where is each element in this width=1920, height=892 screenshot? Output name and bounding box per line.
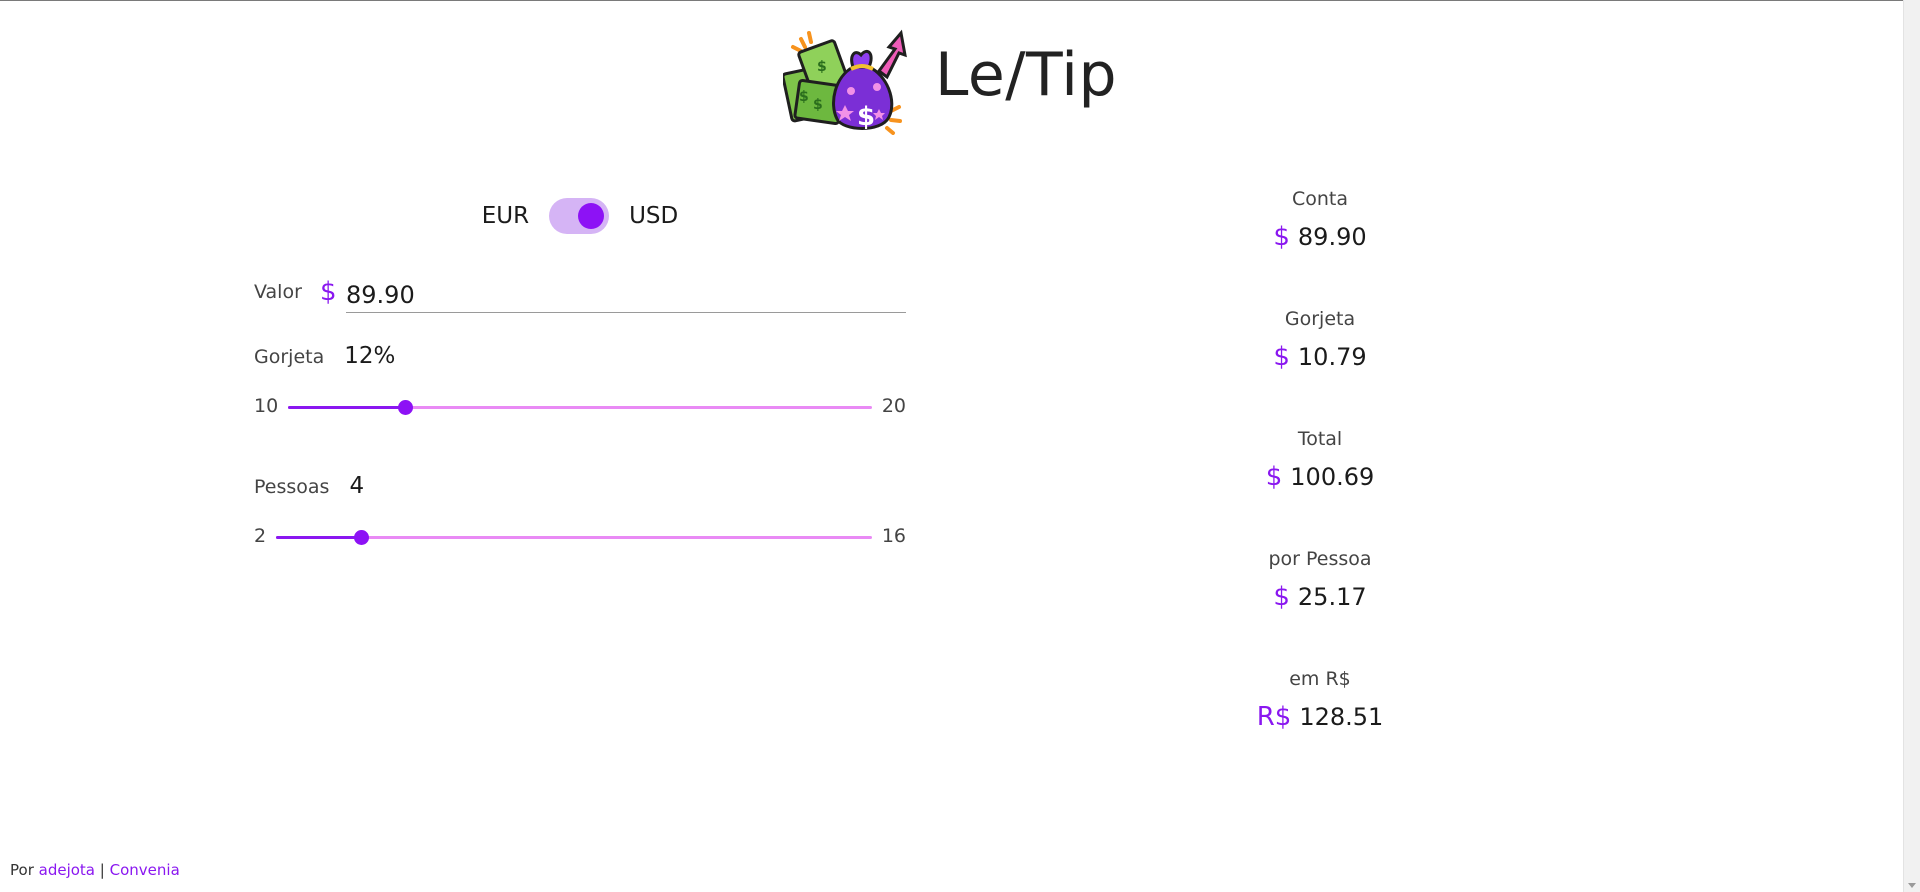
currency-label-usd: USD	[629, 203, 679, 229]
pessoas-slider[interactable]	[276, 530, 872, 545]
svg-text:$: $	[857, 102, 875, 132]
summary-value: $89.90	[1220, 222, 1420, 252]
summary-por-pessoa: por Pessoa $25.17	[1220, 548, 1420, 668]
summary-label: Gorjeta	[1284, 308, 1356, 330]
pessoas-value: 4	[349, 473, 365, 499]
summary-value: R$ 128.51	[1220, 702, 1420, 732]
summary-label: em R$	[1289, 668, 1351, 690]
summary-value: $100.69	[1220, 462, 1420, 492]
summary-label: Conta	[1291, 188, 1349, 210]
pessoas-slider-thumb[interactable]	[354, 530, 369, 545]
svg-text:$: $	[799, 89, 809, 105]
company-link[interactable]: Convenia	[110, 861, 180, 879]
pessoas-slider-fill	[276, 536, 361, 539]
money-bag-icon: $ $ $ $	[782, 29, 907, 135]
app-title: Le/Tip	[934, 40, 1118, 110]
dollar-sign-icon: $	[320, 277, 337, 307]
svg-text:$: $	[813, 97, 823, 113]
gorjeta-value: 12%	[344, 343, 396, 369]
pessoas-group: Pessoas 4 2 16	[254, 473, 906, 563]
summary-amount: 128.51	[1299, 703, 1384, 731]
gorjeta-header: Gorjeta 12%	[254, 343, 395, 377]
summary-amount: 100.69	[1290, 463, 1375, 491]
summary-value: $25.17	[1220, 582, 1420, 612]
summary-panel: Conta $89.90 Gorjeta $10.79 Total $100.6…	[1220, 188, 1420, 788]
currency-symbol: $	[1273, 222, 1290, 252]
summary-value: $10.79	[1220, 342, 1420, 372]
summary-amount: 10.79	[1297, 343, 1367, 371]
page-scrollbar[interactable]	[1903, 0, 1920, 892]
pessoas-min: 2	[254, 525, 267, 547]
gorjeta-slider-row: 10 20	[254, 393, 906, 421]
gorjeta-slider[interactable]	[288, 400, 872, 415]
gorjeta-slider-fill	[288, 406, 405, 409]
valor-field: Valor $	[254, 275, 906, 315]
gorjeta-slider-thumb[interactable]	[398, 400, 413, 415]
scroll-down-arrow-icon[interactable]	[1908, 883, 1916, 888]
currency-toggle-knob[interactable]	[578, 203, 605, 229]
currency-symbol: R$	[1256, 702, 1292, 732]
currency-symbol: $	[1273, 342, 1290, 372]
currency-label-eur: EUR	[481, 203, 530, 229]
currency-symbol: $	[1273, 582, 1290, 612]
valor-label: Valor	[254, 281, 302, 303]
summary-amount: 89.90	[1297, 223, 1367, 251]
gorjeta-group: Gorjeta 12% 10 20	[254, 343, 906, 433]
svg-text:$: $	[817, 59, 827, 75]
pessoas-max: 16	[881, 525, 906, 547]
gorjeta-min: 10	[254, 395, 279, 417]
footer: Por adejota | Convenia	[10, 861, 180, 879]
window-top-border	[0, 0, 1920, 1]
summary-total: Total $100.69	[1220, 428, 1420, 548]
currency-toggle[interactable]	[549, 198, 610, 234]
currency-switch-row: EUR USD	[254, 192, 906, 240]
author-link[interactable]: adejota	[39, 861, 95, 879]
pessoas-header: Pessoas 4	[254, 473, 364, 507]
footer-separator: |	[99, 861, 105, 879]
gorjeta-max: 20	[881, 395, 906, 417]
gorjeta-label: Gorjeta	[254, 346, 325, 368]
summary-conta: Conta $89.90	[1220, 188, 1420, 308]
tip-form: EUR USD Valor $ Gorjeta 12% 10 20 Pessoa…	[254, 180, 906, 580]
summary-em-reais: em R$ R$ 128.51	[1220, 668, 1420, 788]
pessoas-label: Pessoas	[254, 476, 330, 498]
summary-gorjeta: Gorjeta $10.79	[1220, 308, 1420, 428]
pessoas-slider-row: 2 16	[254, 523, 906, 551]
footer-prefix: Por	[10, 861, 34, 879]
summary-label: Total	[1297, 428, 1343, 450]
app-header: $ $ $ $ Le/Tip	[0, 20, 1900, 140]
summary-amount: 25.17	[1297, 583, 1367, 611]
currency-symbol: $	[1265, 462, 1283, 492]
summary-label: por Pessoa	[1268, 548, 1372, 570]
valor-input[interactable]	[346, 275, 906, 313]
